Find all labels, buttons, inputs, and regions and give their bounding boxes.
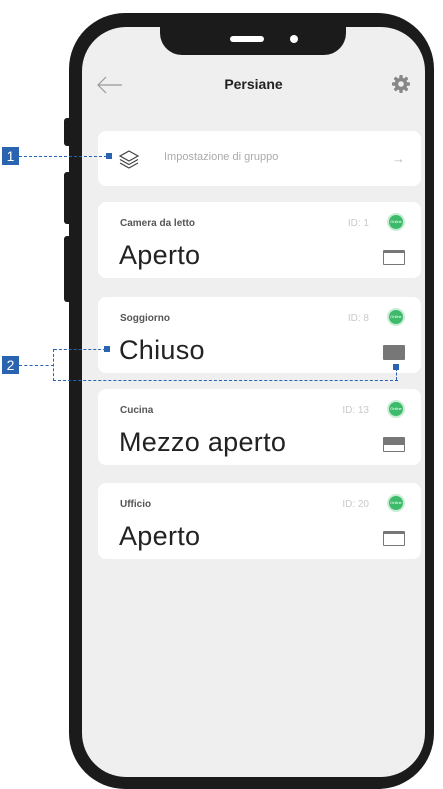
room-name: Camera da letto [120, 218, 196, 229]
shutter-state: Aperto [119, 240, 201, 270]
callout-dot-2b [393, 364, 399, 370]
room-id: ID: 20 [342, 499, 369, 510]
room-card[interactable]: Cucina ID: 13 Online Mezzo aperto [98, 389, 421, 465]
arrow-right-icon: → [392, 151, 405, 166]
room-id: ID: 13 [342, 405, 369, 416]
shutter-fill [384, 438, 404, 445]
room-id: ID: 8 [347, 313, 369, 324]
room-name: Soggiorno [120, 313, 170, 324]
speaker-icon [230, 36, 264, 42]
callout-dot-2a [104, 346, 110, 352]
room-name: Ufficio [120, 499, 152, 510]
online-status-icon: Online [387, 400, 405, 418]
phone-notch [160, 27, 346, 55]
callout-label-1: 1 [2, 147, 19, 165]
camera-icon [290, 35, 298, 43]
room-card[interactable]: Ufficio ID: 20 Online Aperto [98, 483, 421, 559]
room-id: ID: 1 [347, 218, 369, 229]
gear-icon[interactable] [391, 74, 411, 94]
shutter-state: Mezzo aperto [119, 427, 287, 457]
group-settings-label: Impostazione di gruppo [164, 151, 279, 163]
app-screen: Persiane Impostazione di gruppo → Camera… [82, 27, 425, 777]
shutter-icon[interactable] [383, 437, 405, 452]
group-settings-card[interactable]: Impostazione di gruppo → [98, 131, 421, 186]
online-status-icon: Online [387, 494, 405, 512]
callout-line-2b [54, 349, 106, 350]
callout-line-1 [19, 156, 107, 157]
layers-icon [118, 150, 140, 169]
shutter-icon[interactable] [383, 531, 405, 546]
callout-label-2: 2 [2, 356, 19, 374]
shutter-icon[interactable] [383, 250, 405, 265]
online-status-icon: Online [387, 213, 405, 231]
room-name: Cucina [120, 405, 154, 416]
callout-bracket-2 [53, 349, 398, 381]
shutter-fill [384, 532, 404, 534]
online-status-icon: Online [387, 308, 405, 326]
shutter-fill [384, 251, 404, 253]
shutter-state: Aperto [119, 521, 201, 551]
room-card[interactable]: Camera da letto ID: 1 Online Aperto [98, 202, 421, 278]
callout-line-2 [19, 365, 54, 366]
page-title: Persiane [224, 76, 283, 92]
callout-dot-1 [106, 153, 112, 159]
